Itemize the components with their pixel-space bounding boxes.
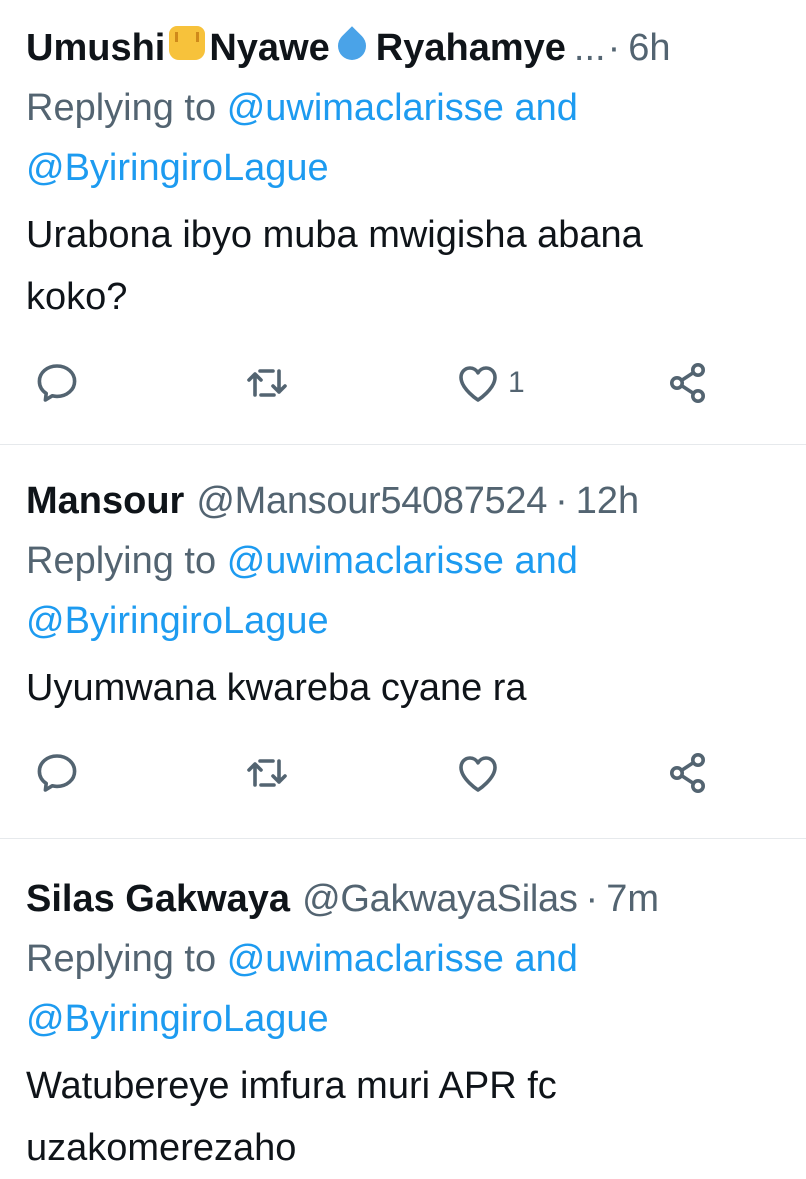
retweet-button[interactable]	[242, 353, 292, 413]
reply-feed: Umushi Nyawe Ryahamye ... · 6h Replying …	[0, 0, 806, 1169]
share-icon	[670, 753, 705, 793]
tweet-header: Silas Gakwaya @GakwayaSilas · 7m	[26, 875, 786, 923]
replying-to: Replying to @uwimaclarisse and	[26, 78, 786, 138]
like-button[interactable]: 1	[454, 353, 525, 413]
droplet-emoji-icon	[331, 26, 372, 66]
share-button[interactable]	[664, 353, 712, 413]
replying-to: Replying to @uwimaclarisse and	[26, 929, 786, 989]
raised-fist-emoji-icon	[169, 26, 206, 60]
tweet-header: Umushi Nyawe Ryahamye ... · 6h	[26, 24, 786, 72]
separator-dot: ·	[607, 27, 621, 69]
share-button[interactable]	[664, 743, 712, 803]
replying-prefix: Replying to	[26, 87, 217, 129]
and-word[interactable]: and	[514, 540, 577, 582]
mention-link[interactable]: @ByiringiroLague	[26, 138, 786, 198]
tweet-text: Uyumwana kwareba cyane ra	[26, 667, 527, 709]
display-name-part[interactable]: Nyawe	[209, 24, 329, 72]
tweet-text: Watubereye imfura muri APR fc uzakomerez…	[26, 1065, 557, 1169]
display-name[interactable]: Umushi	[26, 24, 165, 72]
retweet-button[interactable]	[242, 743, 292, 803]
handle[interactable]: @GakwayaSilas	[302, 875, 578, 923]
reply-button[interactable]	[33, 353, 81, 413]
tweet[interactable]: Silas Gakwaya @GakwayaSilas · 7m Replyin…	[0, 839, 806, 1169]
tweet-text: Urabona ibyo muba mwigisha abana koko?	[26, 214, 643, 318]
retweet-icon	[247, 369, 287, 397]
tweet-actions: 1	[0, 353, 806, 413]
reply-button[interactable]	[33, 743, 81, 803]
mention-link[interactable]: @uwimaclarisse	[227, 540, 504, 582]
like-button[interactable]	[454, 743, 502, 803]
separator-dot: ·	[555, 480, 568, 522]
tweet[interactable]: Mansour @Mansour54087524 · 12h Replying …	[0, 445, 806, 839]
reply-icon	[37, 754, 77, 792]
replying-to: Replying to @uwimaclarisse and	[26, 531, 786, 591]
tweet-actions	[0, 743, 806, 803]
retweet-icon	[247, 759, 287, 787]
separator-dot: ·	[585, 878, 599, 920]
mention-link[interactable]: @uwimaclarisse	[227, 938, 504, 980]
and-word[interactable]: and	[514, 87, 577, 129]
display-name[interactable]: Mansour	[26, 477, 184, 525]
mention-link[interactable]: @ByiringiroLague	[26, 989, 786, 1049]
tweet-header: Mansour @Mansour54087524 · 12h	[26, 477, 786, 525]
timestamp[interactable]: 12h	[576, 477, 639, 525]
timestamp[interactable]: 7m	[606, 875, 659, 923]
display-name[interactable]: Silas Gakwaya	[26, 875, 290, 923]
replying-prefix: Replying to	[26, 938, 217, 980]
like-count: 1	[508, 366, 525, 399]
display-name-part[interactable]: Ryahamye	[376, 24, 566, 72]
tweet[interactable]: Umushi Nyawe Ryahamye ... · 6h Replying …	[0, 0, 806, 445]
heart-icon	[459, 366, 497, 402]
timestamp[interactable]: 6h	[628, 24, 670, 72]
reply-icon	[37, 364, 77, 402]
heart-icon	[459, 756, 497, 792]
replying-prefix: Replying to	[26, 540, 217, 582]
truncation-ellipsis: ...	[573, 27, 606, 69]
share-icon	[670, 363, 705, 403]
mention-link[interactable]: @ByiringiroLague	[26, 591, 786, 651]
and-word[interactable]: and	[514, 938, 577, 980]
handle[interactable]: @Mansour54087524	[196, 477, 547, 525]
mention-link[interactable]: @uwimaclarisse	[227, 87, 504, 129]
